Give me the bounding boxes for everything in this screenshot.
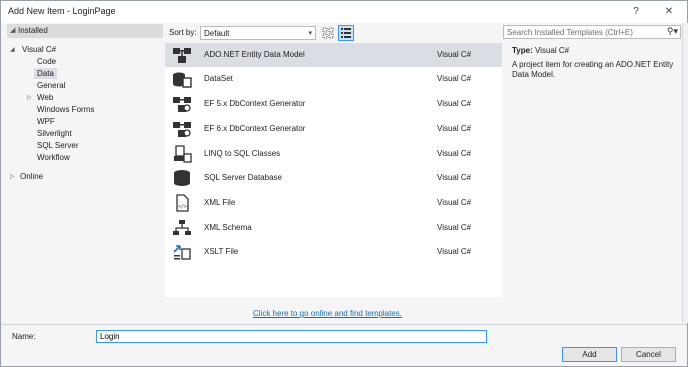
dataset-icon — [173, 72, 192, 88]
cancel-button[interactable]: Cancel — [621, 347, 676, 362]
tree-item-web[interactable]: Web — [37, 92, 53, 103]
list-view-icon — [341, 28, 351, 38]
expanded-triangle-icon[interactable]: ◢ — [10, 46, 15, 53]
expand-triangle-icon: ◢ — [10, 27, 16, 34]
search-icon[interactable]: ⚲▾ — [667, 26, 678, 37]
tree-item-windows-forms[interactable]: Windows Forms — [37, 104, 94, 115]
svg-text:</>: </> — [178, 204, 187, 210]
online-templates-link[interactable]: Click here to go online and find templat… — [253, 309, 402, 318]
collapsed-triangle-icon[interactable]: ▷ — [27, 94, 32, 101]
template-row[interactable]: </> XML File Visual C# — [165, 191, 502, 215]
add-new-item-dialog: Add New Item - LoginPage ? ✕ ◢ Installed… — [0, 0, 688, 367]
linq-to-sql-icon — [174, 145, 192, 163]
dbcontext-generator-icon — [173, 122, 191, 137]
xml-file-icon: </> — [176, 194, 189, 212]
tree-item-visual-csharp[interactable]: Visual C# — [22, 44, 56, 55]
tree-header-installed[interactable]: ◢ Installed — [7, 24, 163, 38]
sort-by-select[interactable]: Default ▾ — [200, 26, 316, 40]
tree-item-data[interactable]: Data — [34, 68, 57, 79]
title-bar: Add New Item - LoginPage ? ✕ — [1, 1, 687, 23]
template-row[interactable]: DataSet Visual C# — [165, 67, 502, 91]
medium-icons-view-button[interactable] — [320, 25, 336, 41]
dialog-title: Add New Item - LoginPage — [8, 6, 116, 16]
tree-item-sql-server[interactable]: SQL Server — [37, 140, 79, 151]
collapsed-triangle-icon[interactable]: ▷ — [10, 173, 15, 180]
tree-item-wpf[interactable]: WPF — [37, 116, 55, 127]
template-row[interactable]: EF 6.x DbContext Generator Visual C# — [165, 117, 502, 141]
list-view-button[interactable] — [338, 25, 354, 41]
template-list: ADO.NET Entity Data Model Visual C# Data… — [165, 43, 502, 297]
template-row[interactable]: SQL Server Database Visual C# — [165, 166, 502, 190]
dialog-footer: Name: Add Cancel — [1, 324, 687, 366]
template-row[interactable]: XML Schema Visual C# — [165, 216, 502, 240]
tree-item-silverlight[interactable]: Silverlight — [37, 128, 72, 139]
dbcontext-generator-icon — [173, 97, 191, 112]
tree-item-general[interactable]: General — [37, 80, 65, 91]
grid-view-icon — [322, 27, 334, 39]
template-description: A project item for creating an ADO.NET E… — [512, 60, 674, 79]
xslt-file-icon — [173, 245, 191, 260]
entity-model-icon — [173, 48, 191, 63]
background-app-edge — [682, 23, 688, 323]
chevron-down-icon: ▾ — [308, 30, 312, 37]
tree-item-code[interactable]: Code — [37, 56, 56, 67]
template-row[interactable]: EF 5.x DbContext Generator Visual C# — [165, 92, 502, 116]
sort-by-label: Sort by: — [169, 28, 197, 37]
database-icon — [174, 170, 190, 186]
template-row[interactable]: XSLT File Visual C# — [165, 240, 502, 264]
tree-item-workflow[interactable]: Workflow — [37, 152, 70, 163]
xml-schema-icon — [173, 220, 191, 235]
category-tree: ◢ Installed ◢ Visual C# Code Data Genera… — [7, 24, 163, 296]
type-line: Type: Visual C# — [512, 46, 569, 55]
type-value: Visual C# — [534, 46, 570, 55]
close-button[interactable]: ✕ — [658, 3, 680, 21]
search-input[interactable]: Search Installed Templates (Ctrl+E) ⚲▾ — [503, 25, 681, 39]
template-row[interactable]: LINQ to SQL Classes Visual C# — [165, 142, 502, 166]
add-button[interactable]: Add — [562, 347, 617, 362]
type-label: Type: — [512, 46, 533, 55]
details-pane: Type: Visual C# A project item for creat… — [508, 43, 680, 297]
template-row[interactable]: ADO.NET Entity Data Model Visual C# — [165, 43, 502, 67]
help-button[interactable]: ? — [625, 3, 647, 21]
name-label: Name: — [12, 332, 36, 341]
name-field[interactable] — [96, 330, 487, 343]
tree-item-online[interactable]: Online — [20, 171, 43, 182]
